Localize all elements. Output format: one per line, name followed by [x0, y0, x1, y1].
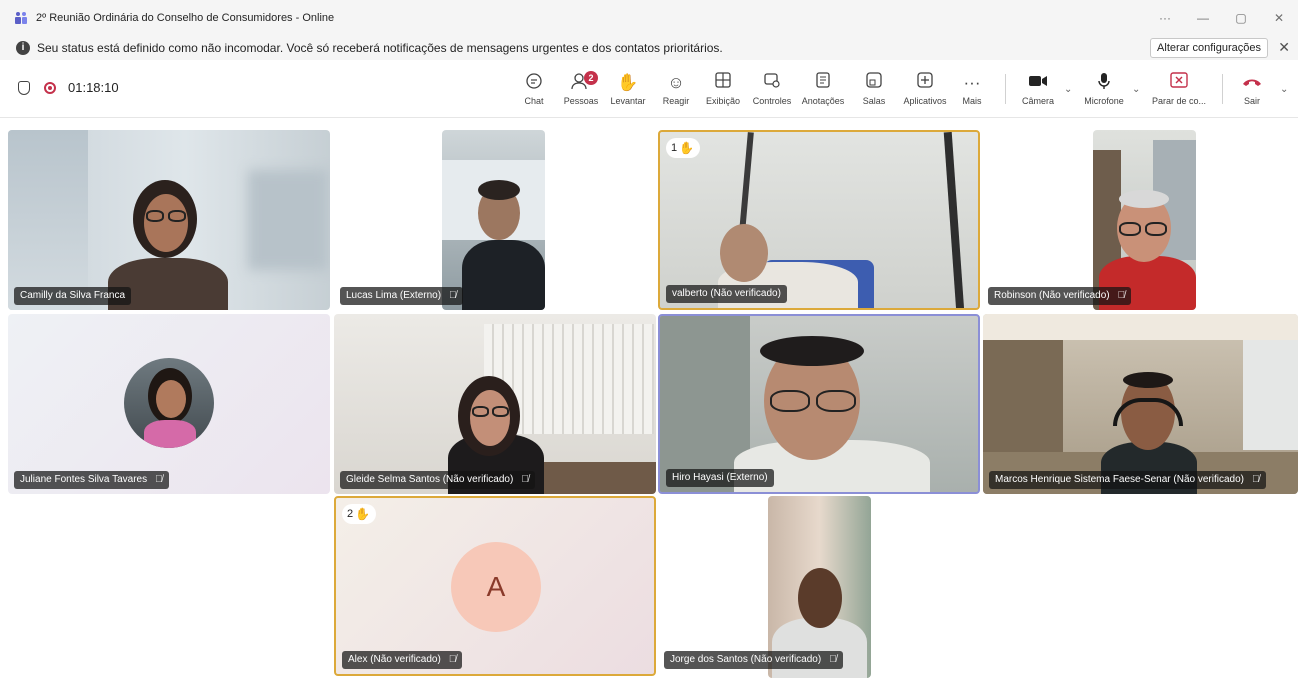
rooms-button[interactable]: Salas	[848, 72, 900, 106]
participant-tile[interactable]: Marcos Henrique Sistema Faese-Senar (Não…	[983, 314, 1298, 494]
camera-chevron-down-icon[interactable]: ⌄	[1064, 84, 1072, 95]
raised-hand-badge: 2 ✋	[342, 504, 377, 524]
people-icon	[555, 72, 607, 94]
camera-icon	[1012, 72, 1064, 94]
info-icon: i	[16, 41, 30, 55]
grid-icon	[697, 72, 749, 94]
microphone-button[interactable]: Microfone	[1078, 72, 1130, 106]
mic-off-icon: 🎙̸	[829, 654, 837, 665]
notes-button[interactable]: Anotações	[797, 72, 849, 106]
hand-icon: ✋	[617, 73, 639, 92]
participant-tile[interactable]: Gleide Selma Santos (Não verificado) 🎙̸	[334, 314, 656, 494]
participant-tile[interactable]: Camilly da Silva Franca	[8, 130, 330, 310]
window-title: 2º Reunião Ordinária do Conselho de Cons…	[36, 12, 335, 24]
stop-sharing-button[interactable]: Parar de co...	[1148, 72, 1210, 106]
camera-button[interactable]: Câmera	[1012, 72, 1064, 106]
more-button[interactable]: ··· Mais	[946, 72, 998, 106]
apps-button[interactable]: Aplicativos	[899, 72, 951, 106]
controls-button[interactable]: Controles	[746, 72, 798, 106]
toolbar-separator	[1005, 74, 1006, 104]
participant-name-tag: Hiro Hayasi (Externo)	[666, 469, 774, 487]
title-bar: 2º Reunião Ordinária do Conselho de Cons…	[0, 0, 1298, 36]
participant-name-tag: Robinson (Não verificado) 🎙̸	[988, 287, 1132, 305]
participant-tile[interactable]	[442, 130, 545, 310]
raised-hand-badge: 1 ✋	[666, 138, 701, 158]
participant-name-tag: Camilly da Silva Franca	[14, 287, 132, 305]
microphone-chevron-down-icon[interactable]: ⌄	[1132, 84, 1140, 95]
banner-close-icon[interactable]: ✕	[1278, 39, 1290, 56]
people-button[interactable]: 2 Pessoas	[555, 71, 607, 106]
toolbar-separator	[1222, 74, 1223, 104]
video-grid: Camilly da Silva Franca Lucas Lima (Exte…	[0, 118, 1298, 682]
react-button[interactable]: ☺ Reagir	[650, 72, 702, 106]
mic-off-icon: 🎙̸	[1252, 474, 1260, 485]
hang-up-icon	[1230, 72, 1274, 94]
more-options-icon[interactable]: ···	[1146, 11, 1184, 25]
mic-off-icon: 🎙̸	[1117, 290, 1126, 301]
smiley-icon: ☺	[667, 73, 685, 92]
controls-icon	[746, 72, 798, 94]
participant-tile[interactable]: Hiro Hayasi (Externo)	[658, 314, 980, 494]
raise-hand-button[interactable]: ✋ Levantar	[602, 72, 654, 106]
raised-hand-icon: ✋	[679, 141, 695, 155]
microphone-icon	[1078, 72, 1130, 94]
stop-share-icon	[1148, 72, 1210, 94]
teams-icon	[14, 11, 28, 25]
people-count-badge: 2	[584, 71, 598, 85]
view-button[interactable]: Exibição	[697, 72, 749, 106]
mic-off-icon: 🎙̸	[521, 474, 529, 485]
participant-name-tag: Jorge dos Santos (Não verificado) 🎙̸	[664, 651, 843, 669]
notes-icon	[797, 72, 849, 94]
chat-icon	[508, 72, 560, 94]
add-icon	[899, 72, 951, 94]
participant-name-tag: Gleide Selma Santos (Não verificado) 🎙̸	[340, 471, 535, 489]
chat-button[interactable]: Chat	[508, 72, 560, 106]
minimize-button[interactable]: —	[1184, 11, 1222, 25]
restore-button[interactable]: ▢	[1222, 11, 1260, 25]
participant-name-tag: Juliane Fontes Silva Tavares 🎙̸	[14, 471, 169, 489]
mic-off-icon: 🎙̸	[448, 654, 457, 665]
participant-name-tag: valberto (Não verificado)	[666, 285, 787, 303]
rooms-icon	[848, 72, 900, 94]
participant-name-tag: Lucas Lima (Externo) 🎙̸	[340, 287, 463, 305]
participant-name-tag: Alex (Não verificado) 🎙̸	[342, 651, 463, 669]
banner-message: Seu status está definido como não incomo…	[37, 41, 723, 55]
change-settings-button[interactable]: Alterar configurações	[1150, 38, 1268, 58]
recording-icon	[44, 81, 56, 94]
participant-avatar	[124, 358, 214, 448]
meeting-toolbar: 01:18:10 Chat 2 Pessoas ✋ Levantar ☺ Rea…	[0, 60, 1298, 118]
ellipsis-icon: ···	[963, 73, 981, 92]
shield-icon[interactable]	[18, 80, 30, 95]
participant-tile[interactable]: A 2 ✋ Alex (Não verificado) 🎙̸	[334, 496, 656, 676]
participant-name-tag: Marcos Henrique Sistema Faese-Senar (Não…	[989, 471, 1266, 489]
participant-tile[interactable]	[1093, 130, 1196, 310]
mic-off-icon: 🎙̸	[155, 474, 163, 485]
raised-hand-icon: ✋	[355, 507, 371, 521]
dnd-banner: i Seu status está definido como não inco…	[0, 36, 1298, 60]
leave-button[interactable]: Sair	[1230, 72, 1274, 106]
close-window-button[interactable]: ✕	[1260, 11, 1298, 25]
meeting-timer: 01:18:10	[68, 80, 119, 95]
participant-tile[interactable]: Juliane Fontes Silva Tavares 🎙̸	[8, 314, 330, 494]
mic-off-icon: 🎙̸	[449, 290, 457, 301]
participant-tile[interactable]: 1 ✋ valberto (Não verificado)	[658, 130, 980, 310]
participant-initial-avatar: A	[451, 542, 541, 632]
leave-chevron-down-icon[interactable]: ⌄	[1280, 84, 1288, 95]
